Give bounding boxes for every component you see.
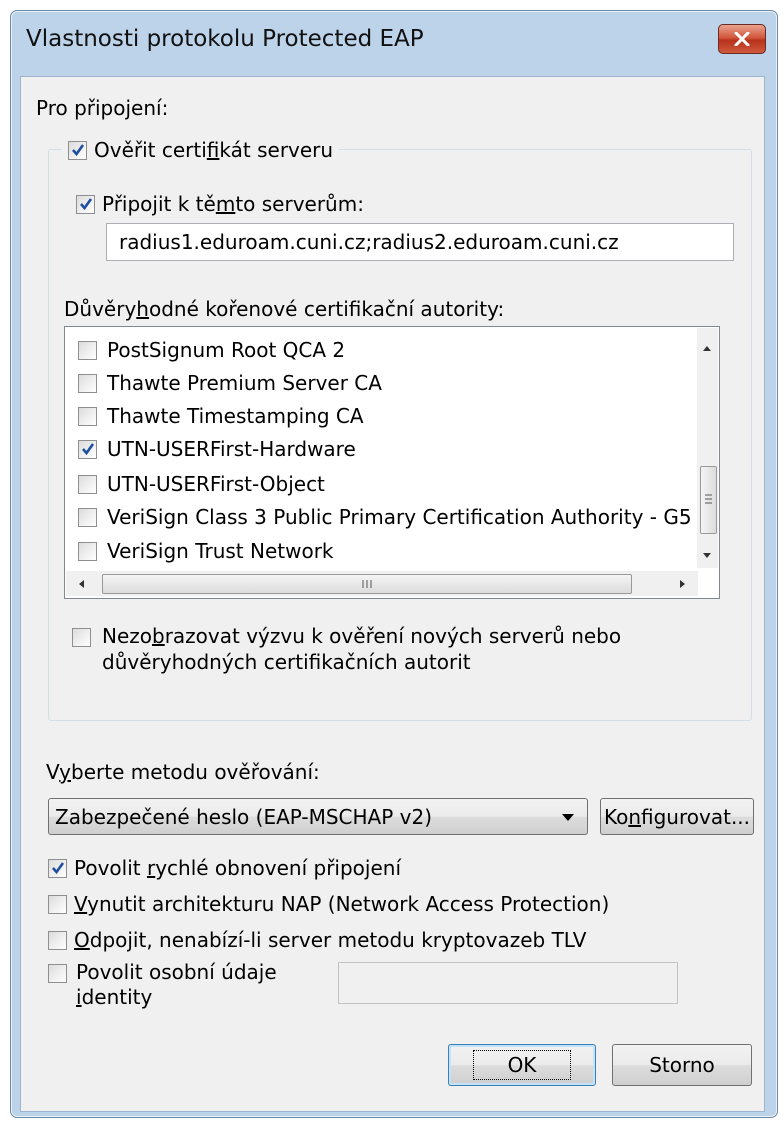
identity-privacy-label-line2: identity: [76, 985, 153, 1009]
no-prompt-label-line1: Nezobrazovat výzvu k ověření nových serv…: [102, 624, 622, 648]
disconnect-label: Odpojit, nenabízí-li server metodu krypt…: [74, 928, 587, 952]
list-item-checkbox[interactable]: [78, 474, 97, 494]
nap-label: Vynutit architekturu NAP (Network Access…: [74, 892, 610, 916]
connection-label: Pro připojení:: [36, 96, 169, 120]
list-item-checkbox[interactable]: [78, 507, 97, 527]
trusted-ca-label: Důvěryhodné kořenové certifikační autori…: [64, 297, 505, 321]
scroll-up-icon[interactable]: [700, 338, 714, 357]
configure-button[interactable]: Konfigurovat...: [600, 798, 754, 835]
ok-button[interactable]: OK: [448, 1044, 596, 1086]
close-button[interactable]: [718, 24, 766, 54]
list-item-checkbox[interactable]: [78, 406, 97, 426]
scroll-right-icon[interactable]: [678, 576, 688, 595]
fast-reconnect-checkbox[interactable]: [48, 858, 67, 878]
identity-input[interactable]: [338, 962, 678, 1004]
verify-cert-checkbox[interactable]: [68, 140, 87, 160]
close-icon: [734, 32, 750, 46]
vertical-scroll-thumb[interactable]: [700, 466, 717, 534]
list-item[interactable]: VeriSign Class 3 Public Primary Certific…: [78, 502, 692, 532]
auth-method-label: Vyberte metodu ověřování:: [46, 760, 320, 784]
scroll-left-icon[interactable]: [76, 576, 86, 595]
list-item-label: PostSignum Root QCA 2: [107, 338, 346, 362]
connect-servers-checkbox[interactable]: [76, 194, 95, 214]
no-prompt-label-line2: důvěryhodných certifikačních autorit: [102, 650, 471, 674]
dialog-title: Vlastnosti protokolu Protected EAP: [26, 26, 424, 52]
servers-input[interactable]: radius1.eduroam.cuni.cz;radius2.eduroam.…: [106, 223, 734, 261]
list-item[interactable]: VeriSign Trust Network: [78, 536, 334, 566]
configure-label: Konfigurovat...: [603, 804, 751, 829]
no-prompt-checkbox-row[interactable]: [72, 628, 91, 647]
list-item-checkbox[interactable]: [78, 340, 97, 360]
cancel-button[interactable]: Storno: [612, 1044, 752, 1086]
checkmark-icon: [79, 198, 92, 211]
list-item[interactable]: UTN-USERFirst-Hardware: [78, 434, 356, 464]
list-item-checkbox[interactable]: [78, 373, 97, 393]
disconnect-checkbox[interactable]: [48, 930, 67, 950]
identity-privacy-checkbox[interactable]: [48, 964, 67, 983]
grip-icon: [705, 494, 712, 504]
list-item[interactable]: Thawte Premium Server CA: [78, 368, 382, 398]
list-item-checkbox[interactable]: [78, 541, 97, 561]
cancel-label: Storno: [649, 1053, 715, 1077]
chevron-down-icon: [562, 814, 574, 821]
nap-checkbox[interactable]: [48, 894, 67, 914]
horizontal-scroll-thumb[interactable]: [102, 574, 632, 594]
identity-privacy-label-line1: Povolit osobní údaje: [76, 960, 277, 984]
verify-cert-checkbox-row[interactable]: Ověřit certifikát serveru: [62, 136, 340, 164]
list-item-label: UTN-USERFirst-Hardware: [107, 437, 356, 461]
list-item-label: UTN-USERFirst-Object: [107, 472, 325, 496]
list-item[interactable]: Thawte Timestamping CA: [78, 401, 364, 431]
checkmark-icon: [71, 144, 84, 157]
scroll-down-icon[interactable]: [700, 546, 714, 565]
ok-label: OK: [472, 1050, 572, 1080]
connect-servers-label: Připojit k těmto serverům:: [102, 192, 364, 216]
nap-row[interactable]: Vynutit architekturu NAP (Network Access…: [48, 892, 609, 916]
servers-input-value: radius1.eduroam.cuni.cz;radius2.eduroam.…: [119, 230, 619, 254]
list-item-checkbox[interactable]: [78, 439, 97, 459]
checkmark-icon: [51, 862, 64, 875]
list-item-label: Thawte Premium Server CA: [107, 371, 382, 395]
fast-reconnect-row[interactable]: Povolit rychlé obnovení připojení: [48, 856, 401, 880]
no-prompt-checkbox[interactable]: [72, 628, 91, 647]
auth-method-select[interactable]: Zabezpečené heslo (EAP-MSCHAP v2): [48, 798, 588, 835]
disconnect-row[interactable]: Odpojit, nenabízí-li server metodu krypt…: [48, 928, 586, 952]
checkmark-icon: [81, 443, 94, 456]
fast-reconnect-label: Povolit rychlé obnovení připojení: [74, 856, 402, 880]
list-item[interactable]: UTN-USERFirst-Object: [78, 469, 325, 499]
list-item-label: Thawte Timestamping CA: [107, 404, 364, 428]
list-item[interactable]: PostSignum Root QCA 2: [78, 335, 345, 365]
identity-privacy-row[interactable]: [48, 964, 67, 983]
connect-servers-checkbox-row[interactable]: Připojit k těmto serverům:: [76, 192, 364, 216]
list-item-label: VeriSign Class 3 Public Primary Certific…: [107, 505, 692, 529]
grip-icon: [362, 580, 372, 588]
list-item-label: VeriSign Trust Network: [107, 539, 334, 563]
verify-cert-label: Ověřit certifikát serveru: [94, 138, 334, 162]
auth-method-selected: Zabezpečené heslo (EAP-MSCHAP v2): [55, 805, 433, 829]
